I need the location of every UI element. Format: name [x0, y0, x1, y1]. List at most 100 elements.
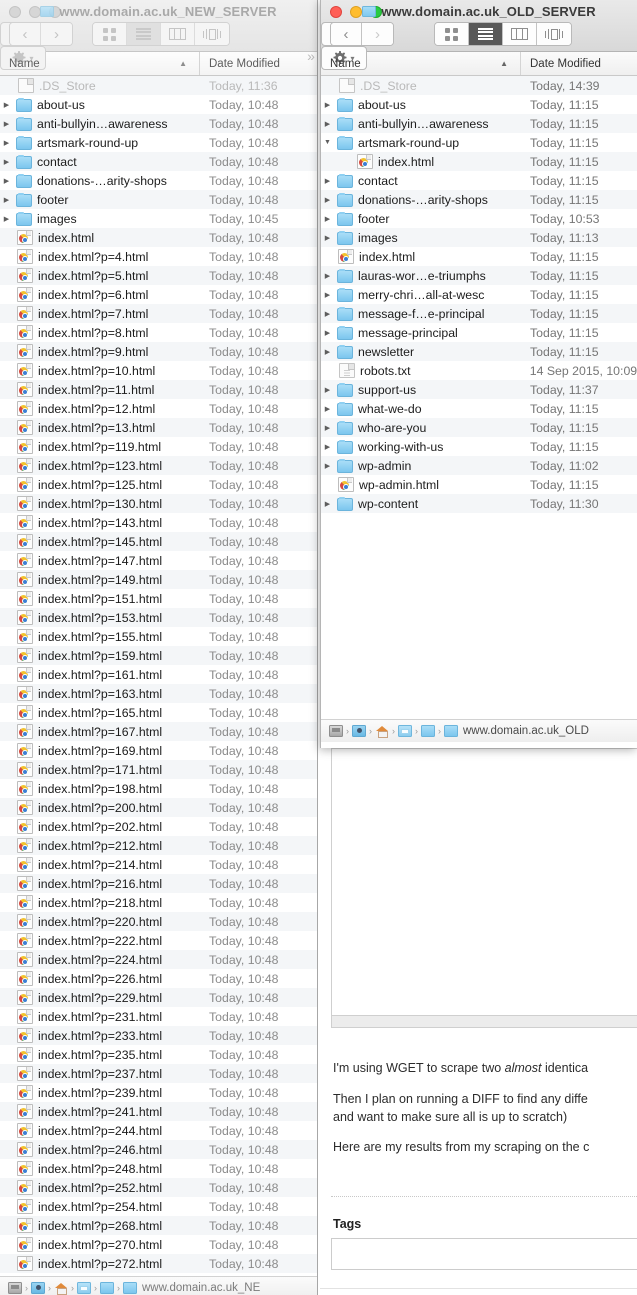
table-row[interactable]: ▶index.html?p=119.html Today, 10:48	[0, 437, 317, 456]
table-row[interactable]: ▶index.html?p=8.html Today, 10:48	[0, 323, 317, 342]
navigation-segment[interactable]: ‹ ›	[9, 22, 73, 46]
file-name-cell[interactable]: ▶index.html?p=7.html	[0, 306, 200, 321]
disclosure-triangle-collapsed-icon[interactable]: ▶	[321, 120, 334, 128]
table-row[interactable]: ▶index.html?p=147.html Today, 10:48	[0, 551, 317, 570]
file-name-cell[interactable]: ▶index.html?p=171.html	[0, 762, 200, 777]
table-row[interactable]: ▶index.html?p=7.html Today, 10:48	[0, 304, 317, 323]
file-name-cell[interactable]: ▶index.html?p=145.html	[0, 534, 200, 549]
disclosure-triangle-collapsed-icon[interactable]: ▶	[321, 234, 334, 242]
file-list-old-server[interactable]: ▶.DS_StoreToday, 14:39▶about-usToday, 11…	[321, 76, 637, 719]
hard-disk-icon[interactable]	[329, 725, 343, 737]
table-row[interactable]: ▶index.html?p=4.html Today, 10:48	[0, 247, 317, 266]
file-name-cell[interactable]: ▶index.html?p=151.html	[0, 591, 200, 606]
file-name-cell[interactable]: ▶ footer	[321, 211, 521, 226]
file-name-cell[interactable]: ▶ about-us	[321, 97, 521, 112]
column-view-button[interactable]	[503, 23, 537, 45]
table-row[interactable]: ▶ what-we-do Today, 11:15	[321, 399, 637, 418]
table-row[interactable]: ▶index.html?p=212.html Today, 10:48	[0, 836, 317, 855]
table-row[interactable]: ▶index.html?p=220.html Today, 10:48	[0, 912, 317, 931]
table-row[interactable]: ▶index.html Today, 11:15	[321, 152, 637, 171]
home-folder-icon[interactable]	[375, 725, 389, 738]
icon-view-button[interactable]	[435, 23, 469, 45]
forward-button[interactable]: ›	[362, 23, 393, 45]
file-name-cell[interactable]: ▶ what-we-do	[321, 401, 521, 416]
disclosure-triangle-collapsed-icon[interactable]: ▶	[321, 348, 334, 356]
table-row[interactable]: ▶index.html?p=244.html Today, 10:48	[0, 1121, 317, 1140]
table-row[interactable]: ▶index.html?p=239.html Today, 10:48	[0, 1083, 317, 1102]
table-row[interactable]: ▶ about-us Today, 11:15	[321, 95, 637, 114]
table-row[interactable]: ▶index.html?p=149.html Today, 10:48	[0, 570, 317, 589]
file-name-cell[interactable]: ▶index.html?p=246.html	[0, 1142, 200, 1157]
titlebar-new-server[interactable]: www.domain.ac.uk_NEW_SERVER ‹ › ▾ »	[0, 0, 317, 70]
table-row[interactable]: ▶index.html?p=252.html Today, 10:48	[0, 1178, 317, 1197]
file-name-cell[interactable]: ▶ contact	[0, 154, 200, 169]
table-row[interactable]: ▶index.html?p=270.html Today, 10:48	[0, 1235, 317, 1254]
coverflow-view-button[interactable]	[195, 23, 229, 45]
path-bar-old-server[interactable]: › › › › › www.domain.ac.uk_OLD	[321, 719, 637, 742]
table-row[interactable]: ▶index.html?p=153.html Today, 10:48	[0, 608, 317, 627]
table-row[interactable]: ▶index.html?p=165.html Today, 10:48	[0, 703, 317, 722]
forward-button[interactable]: ›	[41, 23, 72, 45]
table-row[interactable]: ▶ artsmark-round-up Today, 10:48	[0, 133, 317, 152]
table-row[interactable]: ▶ images Today, 11:13	[321, 228, 637, 247]
table-row[interactable]: ▶index.html?p=200.html Today, 10:48	[0, 798, 317, 817]
file-name-cell[interactable]: ▶ lauras-wor…e-triumphs	[321, 268, 521, 283]
file-name-cell[interactable]: ▶index.html?p=200.html	[0, 800, 200, 815]
table-row[interactable]: ▶index.html?p=229.html Today, 10:48	[0, 988, 317, 1007]
table-row[interactable]: ▶ anti-bullyin…awareness Today, 10:48	[0, 114, 317, 133]
disclosure-triangle-collapsed-icon[interactable]: ▶	[0, 177, 13, 185]
table-row[interactable]: ▶index.html?p=254.html Today, 10:48	[0, 1197, 317, 1216]
file-name-cell[interactable]: ▶ donations-…arity-shops	[321, 192, 521, 207]
file-name-cell[interactable]: ▶index.html?p=239.html	[0, 1085, 200, 1100]
file-name-cell[interactable]: ▶.DS_Store	[0, 78, 200, 93]
table-row[interactable]: ▶index.html?p=233.html Today, 10:48	[0, 1026, 317, 1045]
file-name-cell[interactable]: ▶index.html	[321, 154, 521, 169]
view-mode-segment[interactable]	[434, 22, 572, 46]
file-name-cell[interactable]: ▶index.html?p=10.html	[0, 363, 200, 378]
table-row[interactable]: ▶index.html?p=202.html Today, 10:48	[0, 817, 317, 836]
file-name-cell[interactable]: ▶index.html?p=149.html	[0, 572, 200, 587]
file-name-cell[interactable]: ▶index.html?p=6.html	[0, 287, 200, 302]
column-view-button[interactable]	[161, 23, 195, 45]
file-name-cell[interactable]: ▶ images	[321, 230, 521, 245]
table-row[interactable]: ▶index.html?p=130.html Today, 10:48	[0, 494, 317, 513]
table-row[interactable]: ▶ message-principal Today, 11:15	[321, 323, 637, 342]
back-button[interactable]: ‹	[10, 23, 41, 45]
file-name-cell[interactable]: ▶index.html?p=130.html	[0, 496, 200, 511]
column-header-name[interactable]: Name ▲	[0, 52, 200, 75]
table-row[interactable]: ▶ lauras-wor…e-triumphs Today, 11:15	[321, 266, 637, 285]
disclosure-triangle-collapsed-icon[interactable]: ▶	[321, 386, 334, 394]
file-name-cell[interactable]: ▶index.html?p=155.html	[0, 629, 200, 644]
file-name-cell[interactable]: ▶index.html?p=153.html	[0, 610, 200, 625]
file-name-cell[interactable]: ▶index.html?p=161.html	[0, 667, 200, 682]
disclosure-triangle-expanded-icon[interactable]: ▼	[321, 139, 334, 146]
table-row[interactable]: ▶index.html?p=161.html Today, 10:48	[0, 665, 317, 684]
disclosure-triangle-collapsed-icon[interactable]: ▶	[0, 139, 13, 147]
table-row[interactable]: ▶index.html?p=5.html Today, 10:48	[0, 266, 317, 285]
table-row[interactable]: ▶robots.txt 14 Sep 2015, 10:09	[321, 361, 637, 380]
table-row[interactable]: ▶index.html Today, 11:15	[321, 247, 637, 266]
table-row[interactable]: ▶index.html?p=143.html Today, 10:48	[0, 513, 317, 532]
finder-window-old-server[interactable]: www.domain.ac.uk_OLD_SERVER ‹ › ▾ Name ▲…	[320, 0, 637, 748]
file-name-cell[interactable]: ▶index.html?p=5.html	[0, 268, 200, 283]
disclosure-triangle-collapsed-icon[interactable]: ▶	[321, 215, 334, 223]
view-mode-segment[interactable]	[92, 22, 230, 46]
file-name-cell[interactable]: ▶index.html?p=143.html	[0, 515, 200, 530]
file-name-cell[interactable]: ▶ working-with-us	[321, 439, 521, 454]
icon-view-button[interactable]	[93, 23, 127, 45]
disclosure-triangle-collapsed-icon[interactable]: ▶	[321, 177, 334, 185]
file-name-cell[interactable]: ▶index.html?p=212.html	[0, 838, 200, 853]
table-row[interactable]: ▶wp-admin.html Today, 11:15	[321, 475, 637, 494]
table-row[interactable]: ▶index.html?p=218.html Today, 10:48	[0, 893, 317, 912]
disclosure-triangle-collapsed-icon[interactable]: ▶	[321, 405, 334, 413]
titlebar-old-server[interactable]: www.domain.ac.uk_OLD_SERVER ‹ › ▾	[321, 0, 637, 70]
file-name-cell[interactable]: ▶ contact	[321, 173, 521, 188]
table-row[interactable]: ▶ footer Today, 10:53	[321, 209, 637, 228]
file-name-cell[interactable]: ▶index.html?p=12.html	[0, 401, 200, 416]
table-row[interactable]: ▶ about-us Today, 10:48	[0, 95, 317, 114]
disclosure-triangle-collapsed-icon[interactable]: ▶	[321, 443, 334, 451]
table-row[interactable]: ▶index.html?p=226.html Today, 10:48	[0, 969, 317, 988]
file-name-cell[interactable]: ▶ message-f…e-principal	[321, 306, 521, 321]
file-name-cell[interactable]: ▶index.html?p=216.html	[0, 876, 200, 891]
table-row[interactable]: ▶index.html?p=246.html Today, 10:48	[0, 1140, 317, 1159]
